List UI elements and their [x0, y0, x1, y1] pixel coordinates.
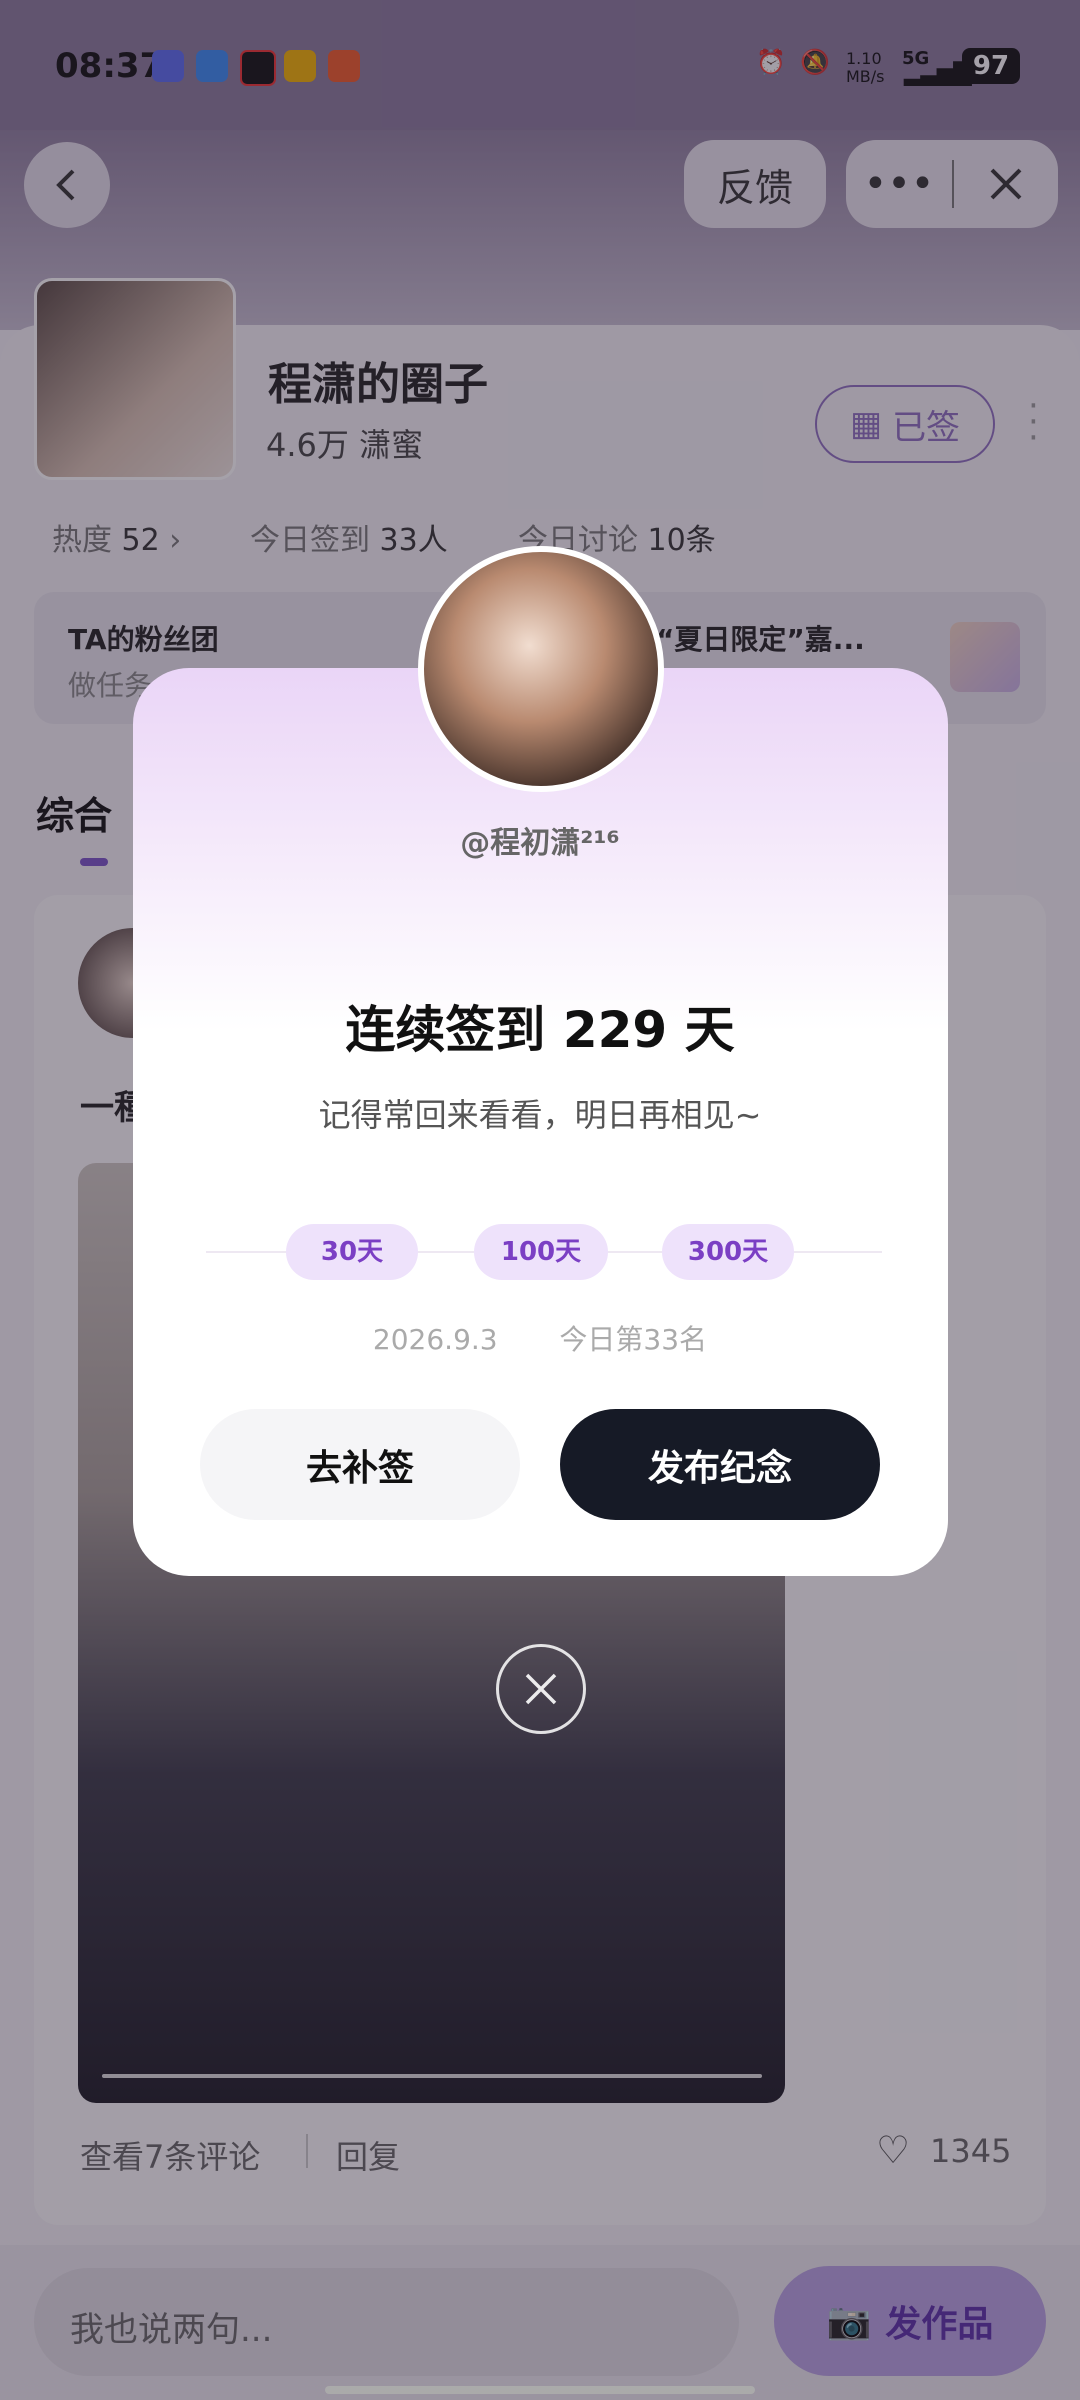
modal-close-button[interactable]	[496, 1644, 586, 1734]
close-icon	[525, 1673, 557, 1705]
checkin-date-rank: 2026.9.3 今日第33名	[0, 1318, 1080, 1358]
streak-subtitle: 记得常回来看看，明日再相见~	[318, 1096, 762, 1134]
username: @程初潇²¹⁶	[460, 826, 620, 861]
checkin-date: 2026.9.3	[372, 1323, 498, 1356]
milestone-300: 300天	[662, 1224, 794, 1280]
milestone-30: 30天	[286, 1224, 418, 1280]
streak-title: 连续签到 229 天	[345, 1001, 735, 1059]
makeup-checkin-button[interactable]: 去补签	[200, 1409, 520, 1520]
home-indicator[interactable]	[325, 2386, 755, 2394]
checkin-rank: 今日第33名	[559, 1323, 708, 1356]
user-avatar	[418, 546, 664, 792]
milestone-100: 100天	[474, 1224, 608, 1280]
publish-memorial-button[interactable]: 发布纪念	[560, 1409, 880, 1520]
